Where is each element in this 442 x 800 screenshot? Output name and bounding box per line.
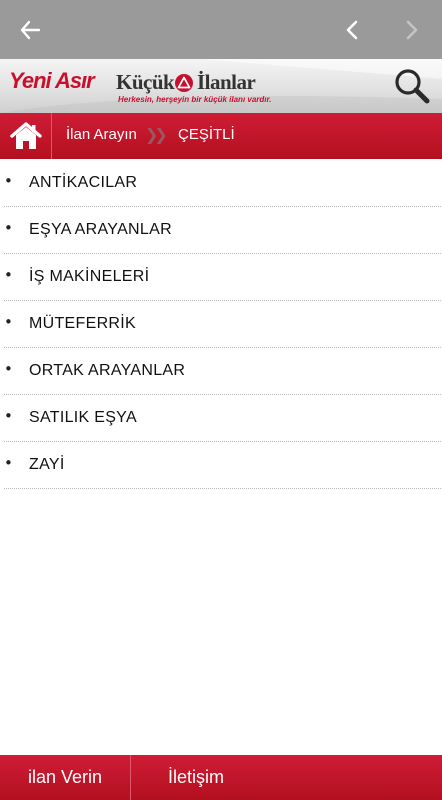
search-button[interactable] [392, 66, 432, 106]
list-item-label[interactable]: SATILIK EŞYA [29, 409, 137, 427]
previous-button[interactable] [334, 12, 370, 48]
chevron-right-icon [406, 20, 418, 40]
home-icon [9, 122, 42, 149]
list-item[interactable]: • SATILIK EŞYA [4, 395, 441, 442]
logo-slogan: Herkesin, herşeyin bir küçük ilanı vardı… [118, 95, 272, 104]
logo-ilanlar: İlanlar [197, 70, 256, 94]
list-item[interactable]: • ORTAK ARAYANLAR [4, 348, 441, 395]
bullet: • [4, 313, 13, 331]
chevron-left-icon [346, 20, 358, 40]
bullet: • [4, 172, 13, 190]
list-item[interactable]: • ANTİKACILAR [4, 160, 441, 207]
next-button[interactable] [394, 12, 430, 48]
breadcrumb-ilan-arayin[interactable]: İlan Arayın [66, 126, 137, 143]
bullet: • [4, 219, 13, 237]
bullet: • [4, 407, 13, 425]
list-item-label[interactable]: EŞYA ARAYANLAR [29, 221, 172, 239]
breadcrumb-current: ÇEŞİTLİ [178, 126, 235, 143]
arrow-left-icon [20, 20, 41, 40]
breadcrumb: İlan Arayın ❯❯ ÇEŞİTLİ [0, 113, 442, 159]
bullet: • [4, 266, 13, 284]
bullet: • [4, 454, 13, 472]
back-button[interactable] [12, 12, 48, 48]
category-list: • ANTİKACILAR • EŞYA ARAYANLAR • İŞ MAKİ… [4, 160, 441, 489]
list-item-label[interactable]: ZAYİ [29, 456, 65, 474]
search-icon [395, 69, 430, 104]
ilan-verin-button[interactable]: ilan Verin [0, 755, 131, 800]
home-button[interactable] [0, 113, 52, 159]
list-item-label[interactable]: İŞ MAKİNELERİ [29, 268, 149, 286]
list-item-label[interactable]: ORTAK ARAYANLAR [29, 362, 185, 380]
iletisim-button[interactable]: İletişim [168, 755, 288, 800]
list-item-label[interactable]: ANTİKACILAR [29, 174, 137, 192]
app-bar [0, 0, 442, 59]
brand-header: Yeni Asır Küçük İlanlar Herkesin, herşey… [0, 59, 442, 113]
list-item[interactable]: • ZAYİ [4, 442, 441, 489]
list-item-label[interactable]: MÜTEFERRİK [29, 315, 136, 333]
logo-emblem-icon [175, 74, 193, 92]
footer-bar: ilan Verin İletişim [0, 755, 442, 800]
breadcrumb-separator-icon: ❯❯ [145, 125, 168, 144]
list-item[interactable]: • EŞYA ARAYANLAR [4, 207, 441, 254]
list-item[interactable]: • İŞ MAKİNELERİ [4, 254, 441, 301]
list-item[interactable]: • MÜTEFERRİK [4, 301, 441, 348]
logo-yeni-asir[interactable]: Yeni Asır [9, 68, 95, 94]
bullet: • [4, 360, 13, 378]
logo-kucuk: Küçük [116, 70, 175, 94]
